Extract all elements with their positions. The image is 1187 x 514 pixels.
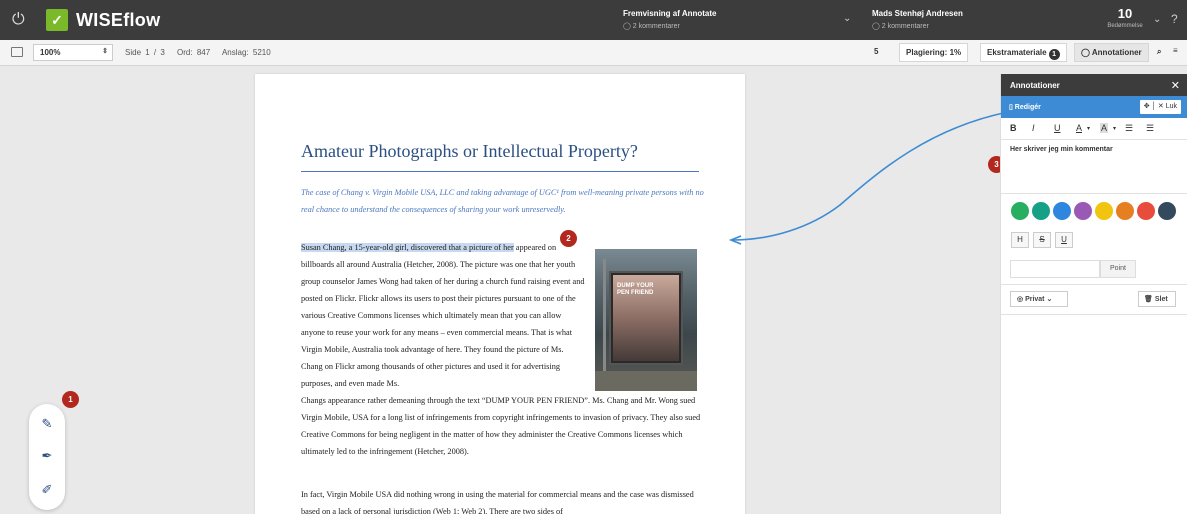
- extra-material-count: 1: [1048, 49, 1060, 60]
- edit-label: Redigér: [1014, 104, 1041, 111]
- power-icon[interactable]: ⏻: [12, 11, 30, 29]
- photo-ground: [595, 371, 697, 391]
- help-icon[interactable]: ?: [1171, 12, 1178, 26]
- panel-header: Annotationer ✕: [1001, 74, 1187, 96]
- char-count: Anslag: 5210: [221, 48, 271, 57]
- text-color-button[interactable]: A: [1076, 123, 1082, 133]
- image-icon[interactable]: [11, 47, 23, 57]
- count-indicator: 5: [874, 47, 879, 56]
- point-label: Point: [1100, 260, 1136, 278]
- user-comments: ◯ 2 kommentarer: [872, 23, 929, 30]
- underline-style-button[interactable]: U: [1055, 232, 1073, 248]
- chevron-down-icon[interactable]: ⌄: [843, 13, 851, 24]
- annotations-label: Annotationer: [1091, 48, 1142, 57]
- pen-icon[interactable]: ✎: [37, 414, 57, 434]
- divider: [1001, 314, 1187, 315]
- annotations-panel: Annotationer ✕ ▯ Redigér ✥ │ ✕ Luk B I U…: [1000, 74, 1187, 514]
- top-bar: ⏻ ✓ WISEflow Fremvisning af Annotate ◯ 2…: [0, 0, 1187, 40]
- score-label: Bedømmelse: [1107, 23, 1143, 29]
- edit-bar: ▯ Redigér ✥ │ ✕ Luk: [1001, 96, 1187, 118]
- bold-button[interactable]: B: [1010, 123, 1017, 133]
- color-swatch-orange[interactable]: [1116, 202, 1134, 220]
- billboard-photo: DUMP YOUR PEN FRIEND: [595, 249, 697, 391]
- menu-icon[interactable]: ≡: [1170, 43, 1181, 62]
- privacy-dropdown[interactable]: ◎ Privat ⌄: [1010, 291, 1068, 307]
- color-swatch-green[interactable]: [1011, 202, 1029, 220]
- trash-icon: 🗑: [1144, 296, 1155, 303]
- paragraph-1-continued: Changs appearance rather demeaning throu…: [301, 396, 701, 456]
- paragraph-1: Susan Chang, a 15-year-old girl, discove…: [301, 239, 587, 392]
- format-toolbar: B I U A ▾ A ▾ ☰ ☰: [1001, 118, 1187, 140]
- paragraph-1-text: appeared on billboards all around Austra…: [301, 243, 585, 388]
- search-icon[interactable]: ⌕: [1151, 43, 1167, 62]
- document-subtitle: The case of Chang v. Virgin Mobile USA, …: [301, 188, 704, 214]
- comment-icon: ◯: [1081, 48, 1092, 57]
- eye-off-icon: ◎: [1017, 296, 1026, 303]
- underline-button[interactable]: U: [1054, 123, 1061, 133]
- color-swatch-red[interactable]: [1137, 202, 1155, 220]
- extra-material-label: Ekstramateriale: [987, 48, 1047, 57]
- document-toolbar: 100% ⇕ Side 1 / 3 Ord: 847 Anslag: 5210 …: [0, 40, 1187, 66]
- chevron-down-icon[interactable]: ▾: [1087, 125, 1090, 132]
- eraser-pen-icon[interactable]: ✐: [37, 480, 57, 500]
- document-title: Amateur Photographs or Intellectual Prop…: [301, 141, 638, 161]
- updown-icon: ⇕: [102, 48, 108, 55]
- color-swatch-purple[interactable]: [1074, 202, 1092, 220]
- marker-2: 2: [560, 230, 577, 247]
- zoom-value: 100%: [40, 48, 61, 57]
- privacy-label: Privat: [1025, 296, 1045, 303]
- photo-post: [603, 259, 606, 379]
- strike-button[interactable]: S: [1033, 232, 1051, 248]
- title-divider: [301, 171, 699, 172]
- annotation-tool-palette: ✎ ✒ ✐: [29, 404, 65, 510]
- delete-label: Slet: [1154, 296, 1168, 303]
- paragraph-2: In fact, Virgin Mobile USA did nothing w…: [301, 490, 694, 514]
- delete-button[interactable]: 🗑 Slet: [1138, 291, 1176, 307]
- assignment-title: Fremvisning af Annotate: [623, 9, 717, 18]
- heading-button[interactable]: H: [1011, 232, 1029, 248]
- numbered-list-icon[interactable]: ☰: [1146, 123, 1154, 134]
- bullet-list-icon[interactable]: ☰: [1125, 123, 1133, 134]
- zoom-select[interactable]: 100% ⇕: [33, 44, 113, 61]
- page-indicator: Side 1 / 3: [125, 48, 165, 57]
- highlighted-text[interactable]: Susan Chang, a 15-year-old girl, discove…: [301, 243, 514, 252]
- highlight-color-button[interactable]: A: [1100, 123, 1109, 133]
- extra-material-button[interactable]: Ekstramateriale 1: [980, 43, 1067, 62]
- divider: [1001, 193, 1187, 194]
- close-edit-button[interactable]: ✕ Luk: [1158, 103, 1177, 110]
- word-count: Ord: 847: [177, 48, 211, 57]
- move-icon[interactable]: ✥: [1144, 103, 1150, 110]
- score-value: 10: [1117, 6, 1133, 21]
- wiseflow-logo-icon: ✓: [46, 9, 68, 31]
- panel-title: Annotationer: [1010, 81, 1060, 90]
- chevron-down-icon[interactable]: ⌄: [1153, 14, 1161, 25]
- point-input[interactable]: [1010, 260, 1100, 278]
- close-icon[interactable]: ✕: [1171, 79, 1180, 92]
- user-selector[interactable]: Mads Stenhøj Andresen ◯ 2 kommentarer: [872, 9, 1032, 30]
- photo-caption: DUMP YOUR PEN FRIEND: [617, 283, 654, 296]
- chevron-down-icon[interactable]: ▾: [1113, 125, 1116, 132]
- divider: [1001, 284, 1187, 285]
- annotations-tab[interactable]: ◯ Annotationer: [1074, 43, 1149, 62]
- highlighter-icon[interactable]: ✒: [37, 446, 57, 466]
- app-name: WISEflow: [76, 10, 161, 30]
- color-swatch-teal[interactable]: [1032, 202, 1050, 220]
- comment-textarea[interactable]: Her skriver jeg min kommentar: [1010, 146, 1178, 153]
- color-swatch-blue[interactable]: [1053, 202, 1071, 220]
- italic-button[interactable]: I: [1032, 123, 1035, 133]
- marker-1: 1: [62, 391, 79, 408]
- color-swatch-yellow[interactable]: [1095, 202, 1113, 220]
- color-swatch-dark[interactable]: [1158, 202, 1176, 220]
- document-page: Amateur Photographs or Intellectual Prop…: [255, 74, 745, 514]
- assignment-comments: ◯ 2 kommentarer: [623, 23, 680, 30]
- user-name: Mads Stenhøj Andresen: [872, 9, 963, 18]
- assignment-selector[interactable]: Fremvisning af Annotate ◯ 2 kommentarer: [623, 9, 843, 30]
- score-display[interactable]: 10 Bedømmelse: [1105, 6, 1145, 29]
- document-meta: Side 1 / 3 Ord: 847 Anslag: 5210: [125, 48, 279, 57]
- plagiarism-button[interactable]: Plagiering: 1%: [899, 43, 969, 62]
- edit-actions: ✥ │ ✕ Luk: [1139, 100, 1181, 114]
